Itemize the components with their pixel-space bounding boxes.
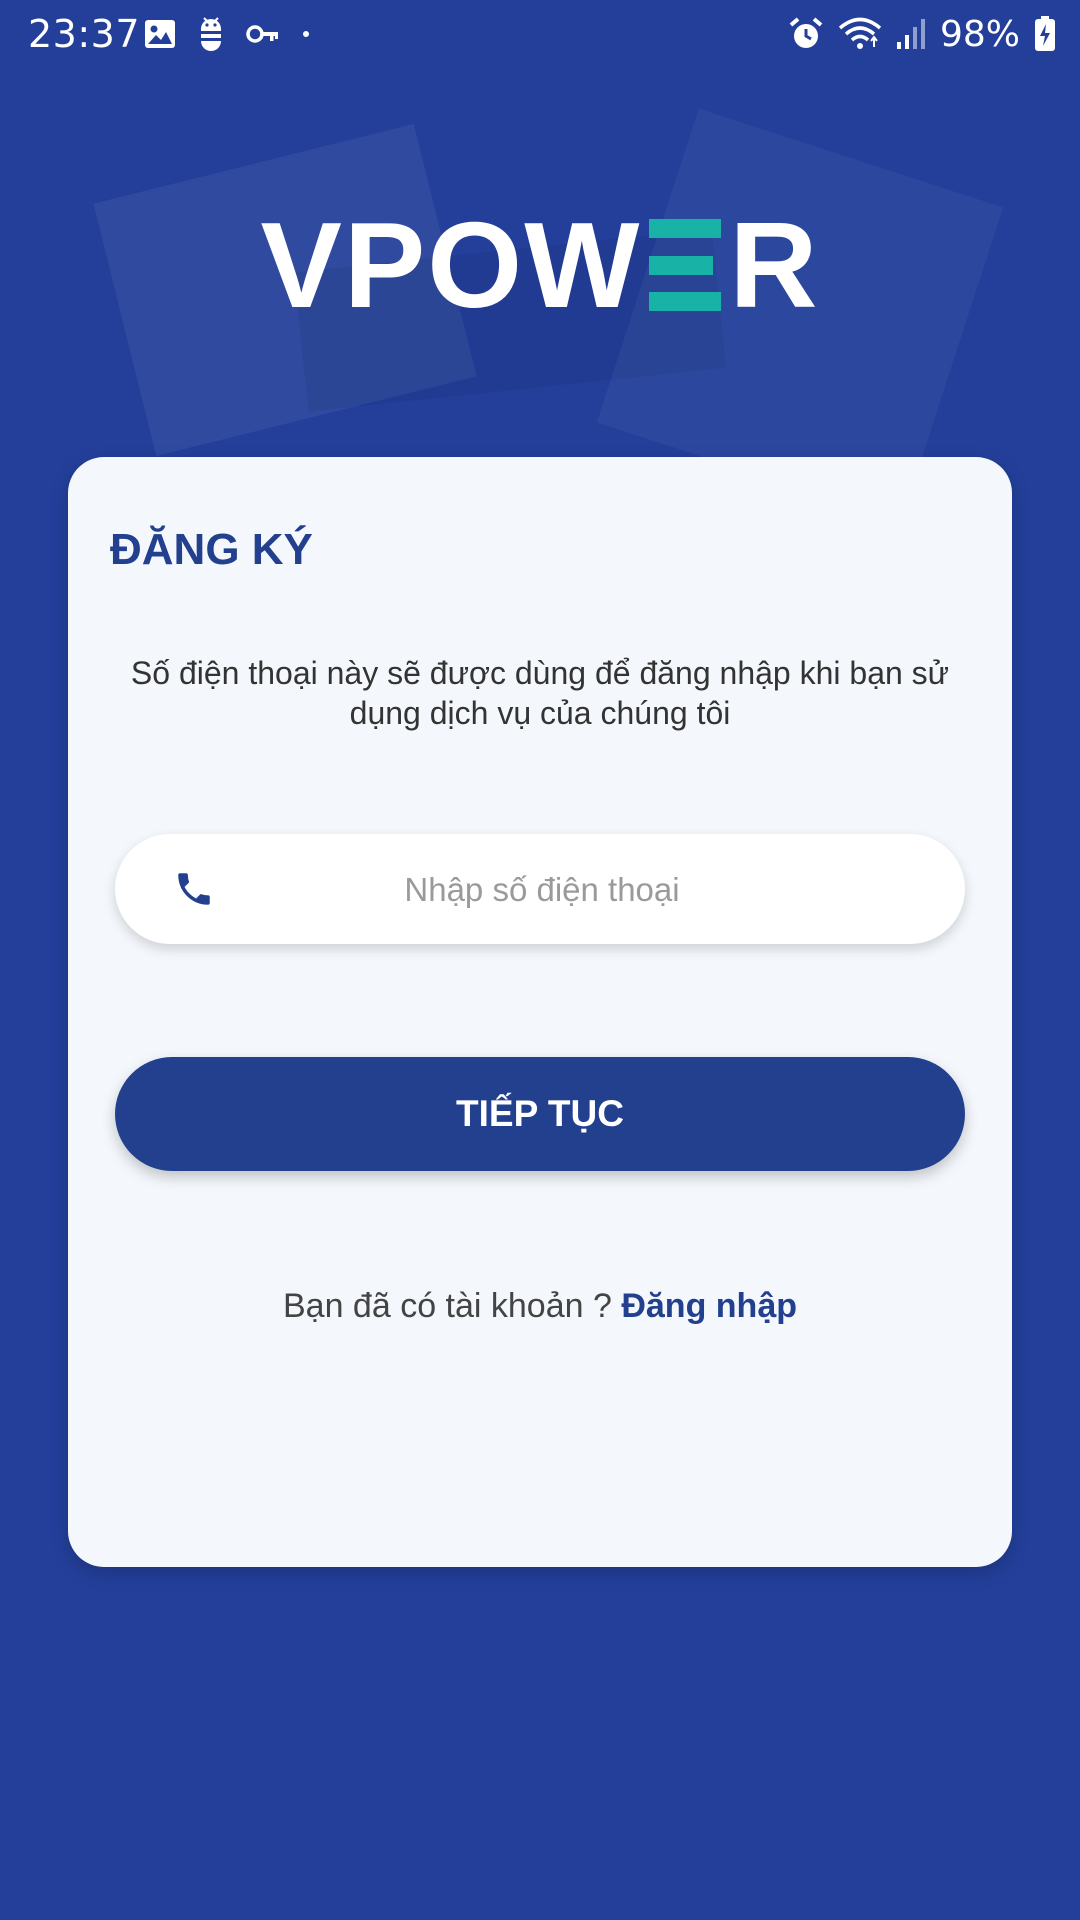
- status-bar: 23:37 98%: [0, 0, 1080, 68]
- page-title: ĐĂNG KÝ: [110, 525, 313, 574]
- wifi-icon: [838, 17, 882, 51]
- status-notification-icons: [144, 14, 312, 54]
- logo-e-bars: [649, 219, 722, 311]
- alarm-icon: [788, 16, 824, 52]
- signal-icon: [896, 18, 926, 50]
- login-prompt: Bạn đã có tài khoản ? Đăng nhập: [68, 1287, 1012, 1326]
- status-system-icons: 98%: [788, 10, 1056, 58]
- logo-wordmark: VPOW R: [261, 204, 820, 326]
- register-description: Số điện thoại này sẽ được dùng để đăng n…: [130, 655, 950, 731]
- android-debug-icon: [196, 17, 226, 51]
- app-logo: VPOW R: [0, 204, 1080, 326]
- continue-button[interactable]: TIẾP TỤC: [115, 1057, 965, 1171]
- battery-charging-icon: [1034, 16, 1056, 52]
- battery-percent: 98%: [939, 13, 1020, 55]
- phone-icon: [173, 868, 215, 910]
- dot-icon: [300, 28, 312, 40]
- status-time: 23:37: [28, 12, 141, 56]
- logo-text-start: VPOW: [260, 197, 642, 333]
- logo-text-end: R: [729, 197, 820, 333]
- register-card: ĐĂNG KÝ Số điện thoại này sẽ được dùng đ…: [68, 457, 1012, 1567]
- key-icon: [246, 23, 280, 45]
- have-account-text: Bạn đã có tài khoản ?: [282, 1287, 622, 1325]
- phone-input[interactable]: [235, 834, 849, 946]
- login-link[interactable]: Đăng nhập: [621, 1287, 797, 1325]
- image-icon: [144, 19, 176, 49]
- phone-field[interactable]: [115, 834, 965, 946]
